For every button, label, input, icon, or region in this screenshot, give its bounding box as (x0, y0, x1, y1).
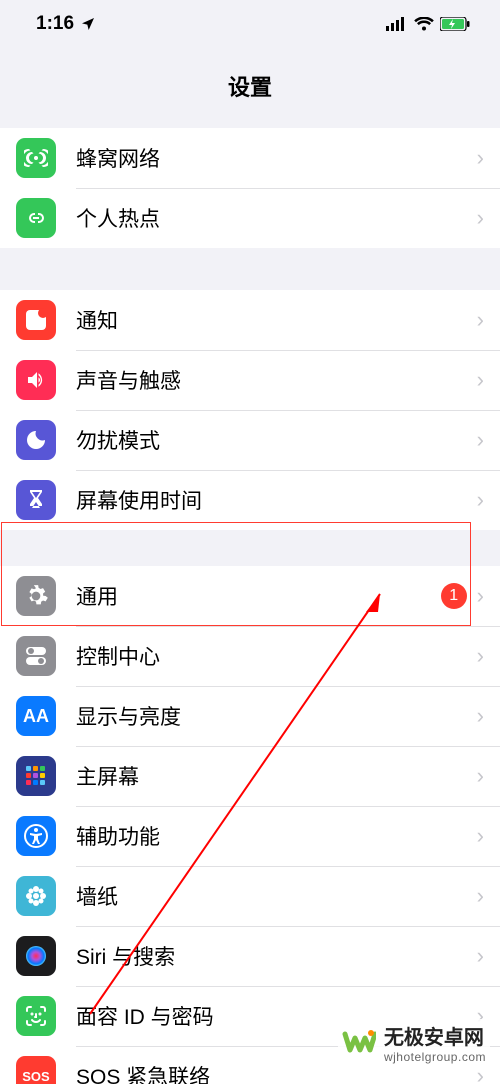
status-right (386, 17, 470, 31)
row-label: 辅助功能 (76, 821, 467, 851)
chevron-right-icon: › (477, 583, 484, 609)
chevron-right-icon: › (477, 703, 484, 729)
row-cellular[interactable]: 蜂窝网络 › (0, 128, 500, 188)
sos-icon: SOS (16, 1056, 56, 1084)
row-hotspot[interactable]: 个人热点 › (0, 188, 500, 248)
row-wallpaper[interactable]: 墙纸 › (0, 866, 500, 926)
chevron-right-icon: › (477, 487, 484, 513)
row-siri[interactable]: Siri 与搜索 › (0, 926, 500, 986)
chevron-right-icon: › (477, 643, 484, 669)
chevron-right-icon: › (477, 883, 484, 909)
link-icon (16, 198, 56, 238)
aa-icon: AA (16, 696, 56, 736)
chevron-right-icon: › (477, 823, 484, 849)
page-title: 设置 (0, 48, 500, 128)
section-gap (0, 248, 500, 290)
row-accessibility[interactable]: 辅助功能 › (0, 806, 500, 866)
antenna-icon (16, 138, 56, 178)
watermark-text: 无极安卓网 wjhotelgroup.com (384, 1021, 486, 1064)
watermark-brand: 无极安卓网 (384, 1021, 486, 1050)
watermark-site: wjhotelgroup.com (384, 1050, 486, 1064)
notification-badge: 1 (441, 583, 467, 609)
row-label: 屏幕使用时间 (76, 485, 467, 515)
row-label: 主屏幕 (76, 761, 467, 791)
row-display[interactable]: AA 显示与亮度 › (0, 686, 500, 746)
settings-list: 蜂窝网络 › 个人热点 › 通知 › 声音与触感 › (0, 128, 500, 1084)
status-bar: 1:16 (0, 0, 500, 48)
siri-icon (16, 936, 56, 976)
flower-icon (16, 876, 56, 916)
watermark: 无极安卓网 wjhotelgroup.com (338, 1019, 490, 1066)
row-label: 墙纸 (76, 881, 467, 911)
signal-icon (386, 17, 408, 31)
chevron-right-icon: › (477, 763, 484, 789)
status-time: 1:16 (36, 13, 74, 35)
row-label: 蜂窝网络 (76, 143, 467, 173)
row-screentime[interactable]: 屏幕使用时间 › (0, 470, 500, 530)
chevron-right-icon: › (477, 1063, 484, 1084)
row-home-screen[interactable]: 主屏幕 › (0, 746, 500, 806)
row-sounds[interactable]: 声音与触感 › (0, 350, 500, 410)
row-dnd[interactable]: 勿扰模式 › (0, 410, 500, 470)
gear-icon (16, 576, 56, 616)
row-label: 显示与亮度 (76, 701, 467, 731)
notification-icon (16, 300, 56, 340)
group-notifications: 通知 › 声音与触感 › 勿扰模式 › 屏幕使用时间 › (0, 290, 500, 530)
faceid-icon (16, 996, 56, 1036)
section-gap (0, 530, 500, 566)
grid-icon (16, 756, 56, 796)
chevron-right-icon: › (477, 943, 484, 969)
row-label: 通用 (76, 581, 441, 611)
group-general: 通用 1 › 控制中心 › AA 显示与亮度 › 主屏幕 › (0, 566, 500, 1084)
speaker-icon (16, 360, 56, 400)
hourglass-icon (16, 480, 56, 520)
status-left: 1:16 (36, 13, 96, 35)
moon-icon (16, 420, 56, 460)
row-label: Siri 与搜索 (76, 941, 467, 971)
chevron-right-icon: › (477, 205, 484, 231)
row-label: 通知 (76, 305, 467, 335)
chevron-right-icon: › (477, 145, 484, 171)
row-label: 声音与触感 (76, 365, 467, 395)
row-general[interactable]: 通用 1 › (0, 566, 500, 626)
wifi-icon (414, 17, 434, 31)
chevron-right-icon: › (477, 367, 484, 393)
chevron-right-icon: › (477, 427, 484, 453)
battery-icon (440, 17, 470, 31)
accessibility-icon (16, 816, 56, 856)
row-label: 个人热点 (76, 203, 467, 233)
group-network: 蜂窝网络 › 个人热点 › (0, 128, 500, 248)
chevron-right-icon: › (477, 307, 484, 333)
watermark-logo-icon (342, 1026, 376, 1060)
toggles-icon (16, 636, 56, 676)
row-notifications[interactable]: 通知 › (0, 290, 500, 350)
row-label: 控制中心 (76, 641, 467, 671)
location-icon (80, 16, 96, 32)
row-control-center[interactable]: 控制中心 › (0, 626, 500, 686)
row-label: 勿扰模式 (76, 425, 467, 455)
